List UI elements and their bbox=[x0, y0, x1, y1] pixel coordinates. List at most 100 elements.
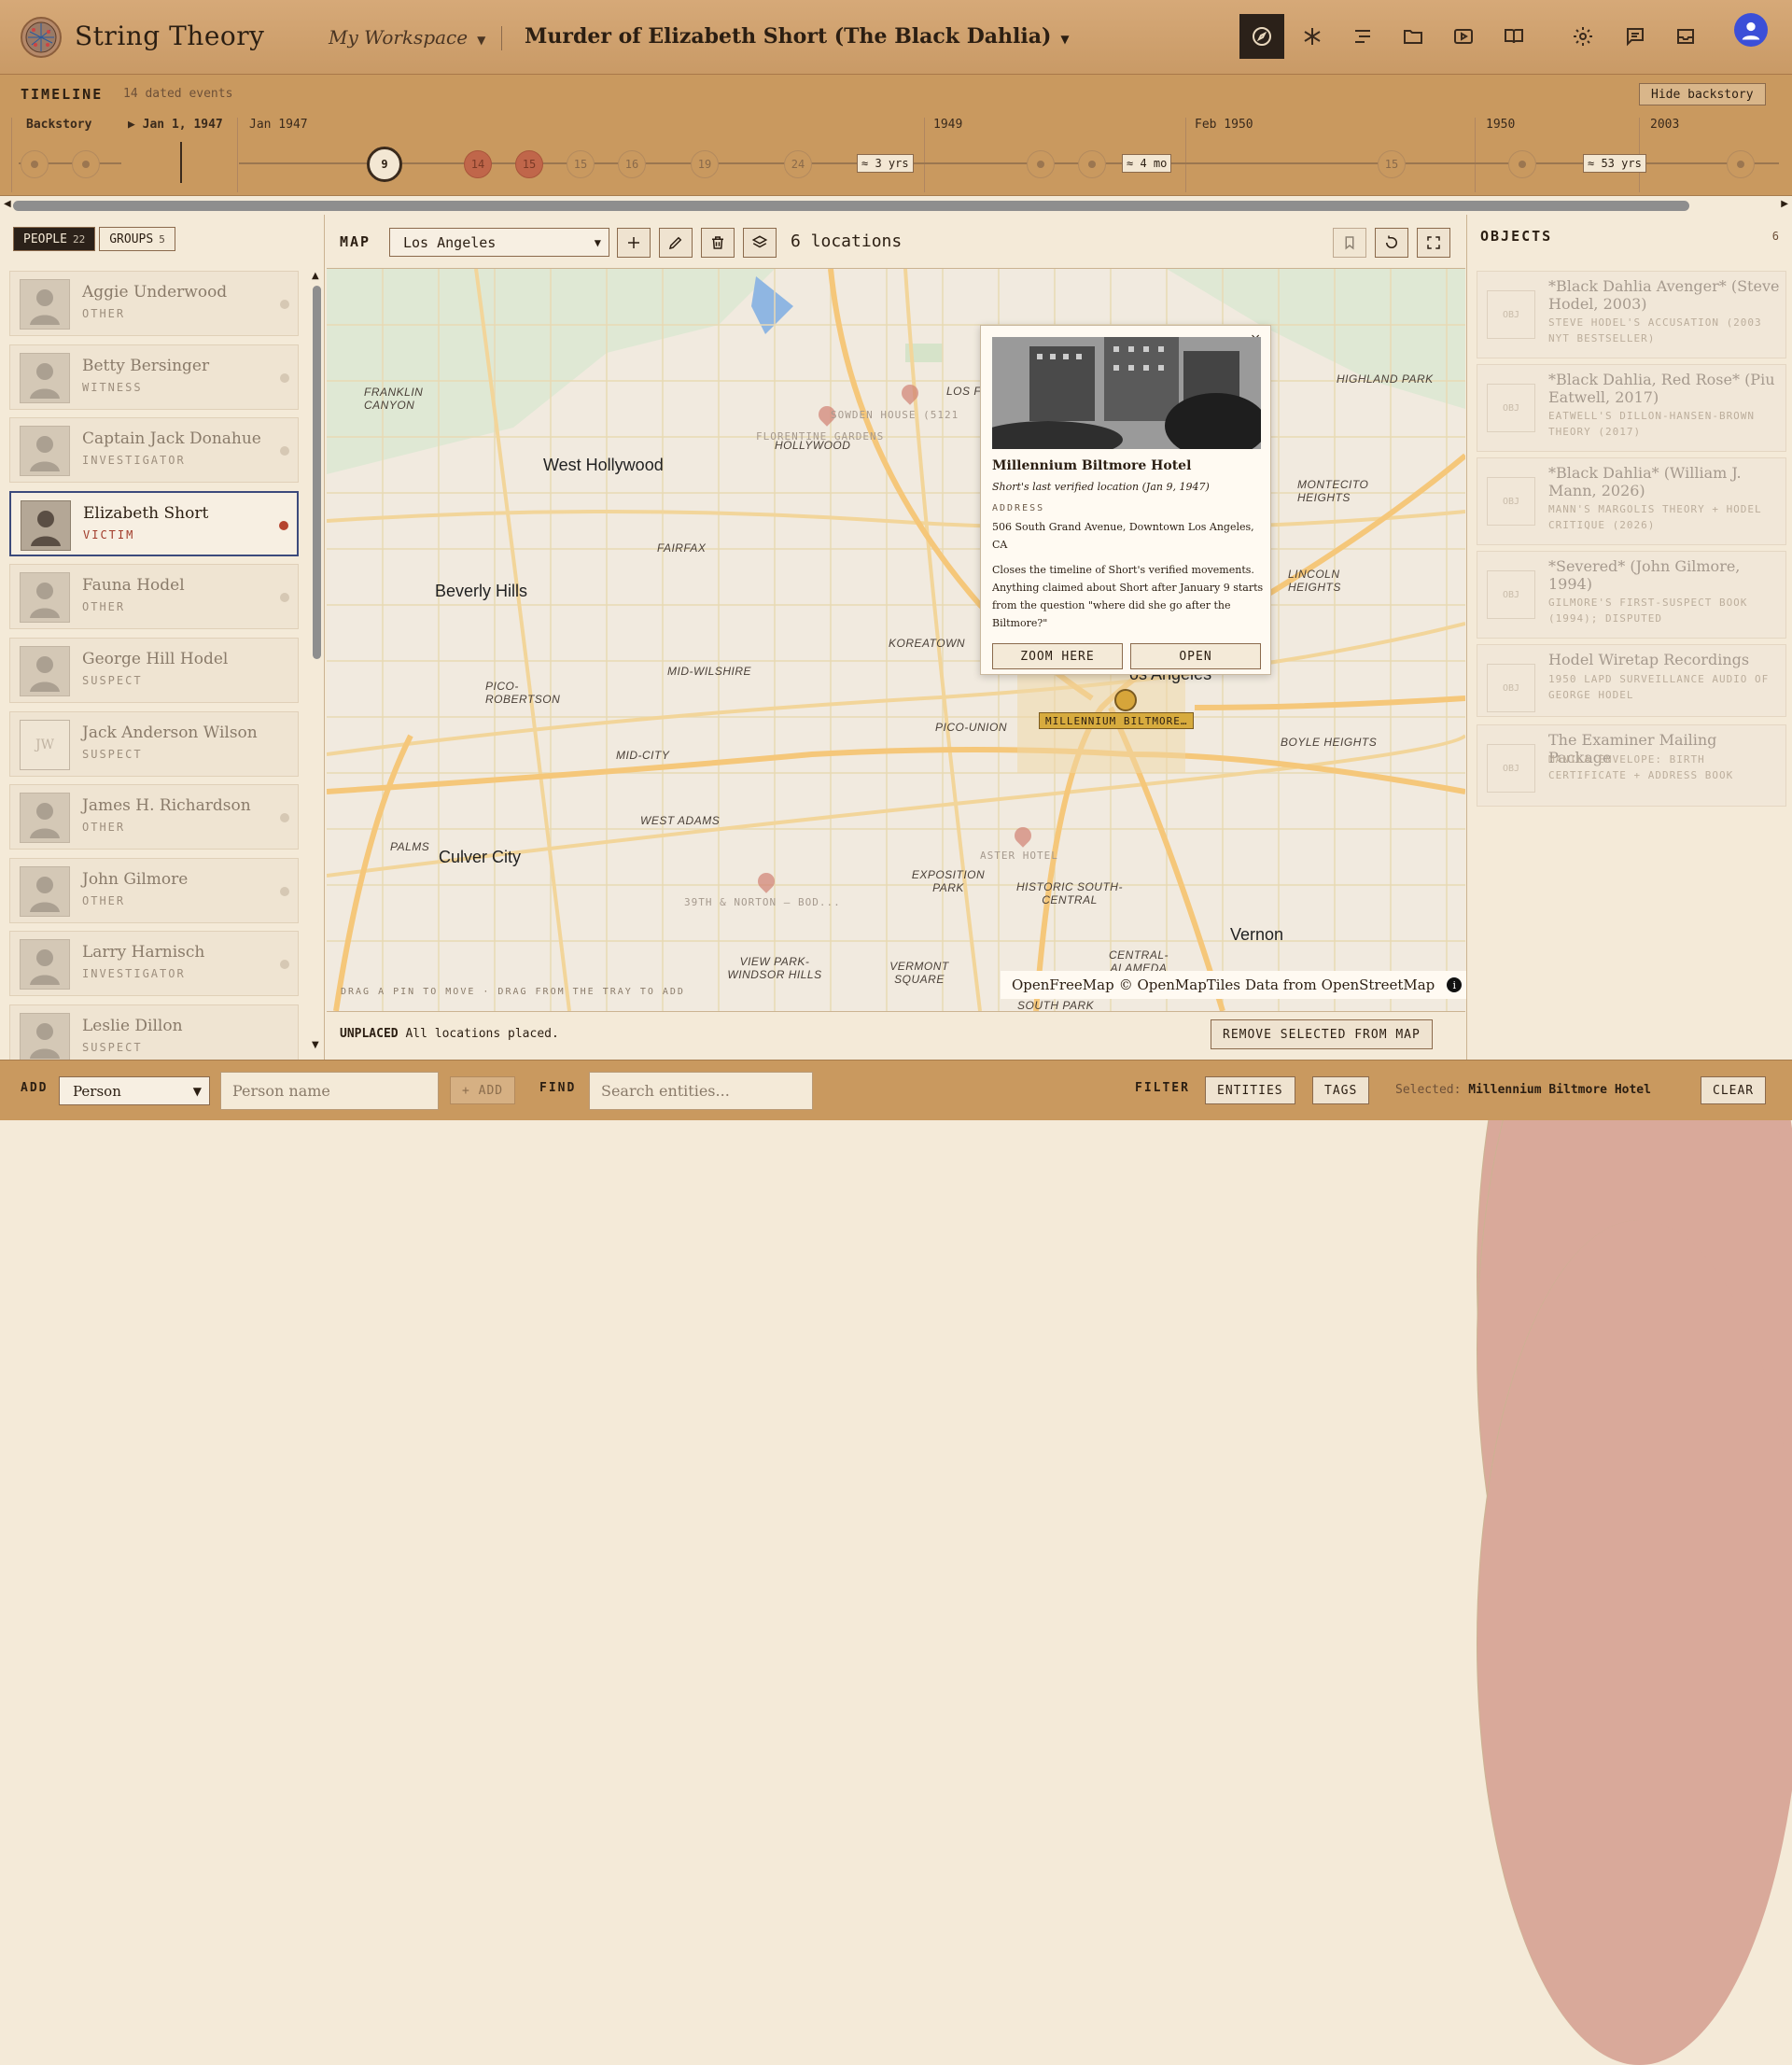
folder-icon bbox=[1404, 30, 1422, 44]
attribution-link[interactable]: OpenFreeMap bbox=[1012, 976, 1114, 993]
person-item[interactable]: Aggie Underwood OTHER bbox=[9, 271, 299, 336]
entity-type-select[interactable]: Person ▼ bbox=[59, 1076, 210, 1105]
location-photo bbox=[992, 337, 1261, 449]
timeline-event[interactable]: 15 bbox=[515, 150, 543, 178]
layers-button[interactable] bbox=[743, 228, 777, 258]
timeline-event[interactable] bbox=[21, 150, 49, 178]
object-description: GILMORE'S FIRST-SUSPECT BOOK (1994); DIS… bbox=[1548, 597, 1748, 625]
notebook-button[interactable] bbox=[1491, 14, 1536, 59]
people-scrollbar[interactable]: ▲ ▼ bbox=[312, 271, 321, 1055]
scroll-left-icon[interactable]: ◀ bbox=[4, 199, 11, 209]
person-name: Larry Harnisch bbox=[82, 943, 205, 962]
user-avatar[interactable] bbox=[1734, 13, 1768, 47]
object-description: 1950 LAPD SURVEILLANCE AUDIO OF GEORGE H… bbox=[1548, 673, 1770, 701]
inbox-icon bbox=[1677, 29, 1694, 44]
fullscreen-icon bbox=[1427, 236, 1440, 249]
person-photo bbox=[21, 499, 71, 551]
timeline-event[interactable] bbox=[1727, 150, 1755, 178]
scroll-up-icon[interactable]: ▲ bbox=[312, 271, 319, 281]
info-icon[interactable]: i bbox=[1447, 977, 1463, 992]
object-item[interactable]: OBJ The Examiner Mailing Package MANILA EN… bbox=[1477, 724, 1786, 807]
person-item[interactable]: John Gilmore OTHER bbox=[9, 857, 299, 923]
timeline-event[interactable] bbox=[72, 150, 100, 178]
object-item[interactable]: OBJ *Black Dahlia, Red Rose* (Piu Eatwell… bbox=[1477, 364, 1786, 452]
settings-button[interactable] bbox=[1561, 14, 1605, 59]
bookmark-button[interactable] bbox=[1333, 228, 1366, 258]
clear-selection-button[interactable]: CLEAR bbox=[1701, 1076, 1767, 1104]
object-item[interactable]: OBJ *Black Dahlia Avenger* (Steve Hodel, … bbox=[1477, 271, 1786, 358]
remove-selected-button[interactable]: REMOVE SELECTED FROM MAP bbox=[1211, 1019, 1433, 1049]
timeline-event[interactable] bbox=[1508, 150, 1536, 178]
person-name-input[interactable]: Person name bbox=[220, 1072, 439, 1110]
scrollbar-thumb[interactable] bbox=[13, 201, 1689, 211]
timeline-event[interactable]: 15 bbox=[1378, 150, 1406, 178]
filter-entities-button[interactable]: ENTITIES bbox=[1205, 1076, 1295, 1104]
timeline-event[interactable]: 19 bbox=[691, 150, 719, 178]
popup-title: Millennium Biltmore Hotel bbox=[992, 458, 1192, 473]
person-item[interactable]: Fauna Hodel OTHER bbox=[9, 564, 299, 630]
person-item[interactable]: Captain Jack Donahue INVESTIGATOR bbox=[9, 417, 299, 484]
timeline-event[interactable] bbox=[1078, 150, 1106, 178]
add-location-button[interactable] bbox=[617, 228, 651, 258]
person-item[interactable]: Betty Bersinger WITNESS bbox=[9, 344, 299, 410]
selected-pin-label[interactable]: MILLENNIUM BILTMORE… bbox=[1039, 712, 1195, 729]
person-item[interactable]: George Hill Hodel SUSPECT bbox=[9, 637, 1792, 1698]
scroll-right-icon[interactable]: ▶ bbox=[1781, 199, 1788, 209]
map-canvas[interactable]: West Hollywood Beverly Hills Culver City… bbox=[327, 269, 1465, 1011]
timeline-scrollbar[interactable]: ◀ ▶ bbox=[0, 197, 1792, 214]
timeline-list-icon bbox=[1355, 30, 1370, 43]
person-item[interactable]: Elizabeth Short VICTIM bbox=[9, 490, 299, 556]
compass-button[interactable] bbox=[1239, 14, 1284, 59]
tab-groups[interactable]: GROUPS 5 bbox=[99, 227, 175, 251]
timeline-event[interactable] bbox=[1027, 150, 1055, 178]
files-button[interactable] bbox=[1391, 14, 1435, 59]
lane-backstory: Backstory bbox=[26, 118, 92, 132]
timeline-event[interactable]: 24 bbox=[784, 150, 812, 178]
selected-location-pin[interactable] bbox=[1114, 689, 1137, 711]
popup-address-label: ADDRESS bbox=[992, 503, 1045, 513]
selected-value: Millennium Biltmore Hotel bbox=[1468, 1083, 1651, 1097]
timeline-event[interactable]: 15 bbox=[567, 150, 595, 178]
case-title-dropdown[interactable]: Murder of Elizabeth Short (The Black Dah… bbox=[525, 24, 1070, 49]
zoom-here-button[interactable]: ZOOM HERE bbox=[992, 643, 1123, 669]
open-location-button[interactable]: OPEN bbox=[1130, 643, 1261, 669]
object-item[interactable]: OBJ *Severed* (John Gilmore, 1994) GILMORE… bbox=[1477, 551, 1786, 639]
workspace-switcher[interactable]: My Workspace ▼ bbox=[329, 26, 485, 49]
scrollbar-thumb[interactable] bbox=[313, 286, 321, 659]
inbox-button[interactable] bbox=[1663, 14, 1708, 59]
attribution-link[interactable]: © OpenMapTiles bbox=[1119, 976, 1240, 993]
map-place-label: FAIRFAX bbox=[657, 541, 707, 555]
fullscreen-button[interactable] bbox=[1417, 228, 1450, 258]
popup-description: Closes the timeline of Short's verified … bbox=[992, 564, 1264, 629]
map-place-label: WEST ADAMS bbox=[640, 814, 721, 827]
scroll-down-icon[interactable]: ▼ bbox=[312, 1040, 319, 1050]
timeline-event[interactable]: 14 bbox=[464, 150, 492, 178]
edit-location-button[interactable] bbox=[659, 228, 693, 258]
person-name: Jack Anderson Wilson bbox=[82, 723, 258, 742]
add-entity-button[interactable]: + ADD bbox=[450, 1076, 516, 1104]
attribution-link[interactable]: OpenStreetMap bbox=[1322, 976, 1435, 993]
person-item[interactable]: James H. Richardson OTHER bbox=[9, 784, 299, 850]
graph-button[interactable] bbox=[1290, 14, 1335, 59]
lane-start-date[interactable]: ▶ Jan 1, 1947 bbox=[128, 118, 223, 132]
object-item[interactable]: OBJ *Black Dahlia* (William J. Mann, 2026… bbox=[1477, 457, 1786, 545]
region-select[interactable]: Los Angeles ▼ bbox=[389, 228, 609, 257]
filter-tags-button[interactable]: TAGS bbox=[1312, 1076, 1370, 1104]
string-theory-logo-icon[interactable] bbox=[21, 17, 62, 58]
object-item[interactable]: OBJ Hodel Wiretap Recordings 1950 LAPD SUR… bbox=[1477, 644, 1786, 717]
tab-people[interactable]: PEOPLE 22 bbox=[13, 227, 96, 251]
timeline-event-selected[interactable]: 9 bbox=[367, 147, 402, 182]
search-entities-input[interactable]: Search entities... bbox=[589, 1072, 813, 1110]
person-item[interactable]: Larry Harnisch INVESTIGATOR bbox=[9, 931, 299, 997]
hide-backstory-button[interactable]: Hide backstory bbox=[1639, 83, 1766, 105]
timeline-event[interactable]: 16 bbox=[618, 150, 646, 178]
person-photo bbox=[20, 1012, 70, 1063]
layers-icon bbox=[751, 235, 768, 248]
person-item[interactable]: JW Jack Anderson Wilson SUSPECT bbox=[9, 710, 1792, 1772]
map-place-label: PICO-UNION bbox=[935, 721, 1007, 734]
delete-location-button[interactable] bbox=[701, 228, 735, 258]
reset-view-button[interactable] bbox=[1375, 228, 1408, 258]
media-button[interactable] bbox=[1441, 14, 1486, 59]
chat-button[interactable] bbox=[1613, 14, 1658, 59]
timeline-button[interactable] bbox=[1340, 14, 1385, 59]
